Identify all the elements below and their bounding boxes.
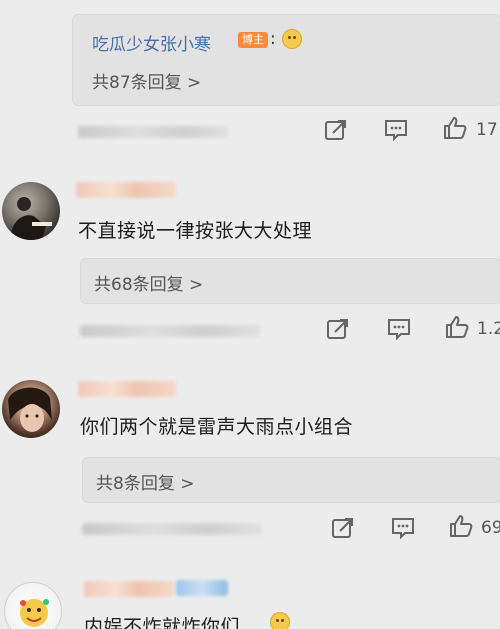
doge-emoji-icon bbox=[270, 612, 290, 629]
comment-meta-blurred bbox=[80, 325, 260, 337]
thumbs-up-icon[interactable] bbox=[442, 115, 468, 141]
share-icon[interactable] bbox=[325, 316, 351, 342]
comment-icon[interactable] bbox=[386, 316, 412, 342]
comment-text: 不直接说一律按张大大处理 bbox=[78, 220, 313, 242]
comment-text: 你们两个就是雷声大雨点小组合 bbox=[80, 416, 354, 438]
reply-count-link[interactable]: 共8条回复 > bbox=[96, 469, 194, 494]
username-blurred[interactable] bbox=[78, 381, 176, 397]
user-badge-blurred bbox=[176, 580, 228, 596]
avatar[interactable] bbox=[4, 582, 62, 629]
reply-count-link[interactable]: 共87条回复 > bbox=[92, 68, 201, 93]
avatar[interactable] bbox=[2, 380, 60, 438]
share-icon[interactable] bbox=[330, 515, 356, 541]
comment-text: 内娱不炸就炸你们 bbox=[84, 616, 241, 629]
comment-meta-blurred bbox=[78, 126, 228, 138]
avatar[interactable] bbox=[2, 182, 60, 240]
comment-meta-blurred bbox=[82, 523, 262, 535]
like-count: 69 bbox=[481, 518, 500, 538]
share-icon[interactable] bbox=[323, 117, 349, 143]
doge-emoji-icon bbox=[282, 29, 302, 49]
reply-count-link[interactable]: 共68条回复 > bbox=[94, 270, 203, 295]
username-blurred[interactable] bbox=[76, 182, 176, 198]
thumbs-up-icon[interactable] bbox=[448, 513, 474, 539]
comment-icon[interactable] bbox=[390, 515, 416, 541]
thumbs-up-icon[interactable] bbox=[444, 314, 470, 340]
like-count: 1.2 bbox=[477, 319, 500, 339]
reply-colon: : bbox=[270, 29, 276, 49]
blogger-badge: 博主 bbox=[238, 32, 268, 48]
like-count: 17 bbox=[476, 120, 498, 140]
reply-username[interactable]: 吃瓜少女张小寒 bbox=[92, 30, 211, 55]
comment-icon[interactable] bbox=[383, 117, 409, 143]
username-blurred[interactable] bbox=[84, 581, 174, 597]
comment-feed: 吃瓜少女张小寒 博主 : 共87条回复 > 17 不直接说一律按张大大处理 共6… bbox=[0, 0, 500, 629]
